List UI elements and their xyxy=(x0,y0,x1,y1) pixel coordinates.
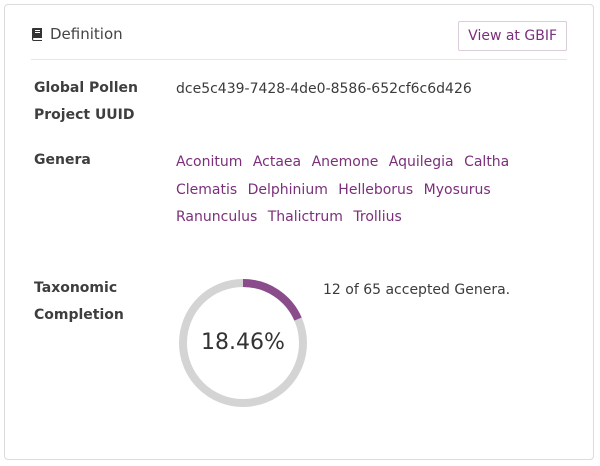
genera-label: Genera xyxy=(34,152,91,168)
card-title: Definition xyxy=(31,25,123,43)
genus-link-ranunculus[interactable]: Ranunculus xyxy=(176,209,257,225)
genus-link-trollius[interactable]: Trollius xyxy=(353,209,401,225)
card-title-text: Definition xyxy=(50,25,123,43)
completion-label-line2: Completion xyxy=(34,307,124,323)
view-at-gbif-button[interactable]: View at GBIF xyxy=(458,21,567,51)
genus-link-helleborus[interactable]: Helleborus xyxy=(338,182,413,198)
uuid-value: dce5c439-7428-4de0-8586-652cf6c6d426 xyxy=(176,81,472,97)
uuid-label-line2: Project UUID xyxy=(34,107,135,123)
definition-card: Definition View at GBIF Global Pollen Pr… xyxy=(4,4,594,460)
uuid-label: Global Pollen Project UUID xyxy=(34,75,154,129)
completion-label: Taxonomic Completion xyxy=(34,275,154,329)
genus-link-clematis[interactable]: Clematis xyxy=(176,182,237,198)
card-header: Definition View at GBIF xyxy=(31,17,567,60)
genus-link-aquilegia[interactable]: Aquilegia xyxy=(389,154,454,170)
completion-donut: 18.46% xyxy=(178,278,308,408)
genus-link-caltha[interactable]: Caltha xyxy=(464,154,509,170)
genus-link-actaea[interactable]: Actaea xyxy=(253,154,301,170)
genus-link-myosurus[interactable]: Myosurus xyxy=(424,182,491,198)
genera-list: Aconitum Actaea Anemone Aquilegia Caltha… xyxy=(176,149,576,232)
completion-percent: 18.46% xyxy=(201,330,285,355)
completion-label-line1: Taxonomic xyxy=(34,280,118,296)
completion-summary: 12 of 65 accepted Genera. xyxy=(323,282,511,298)
uuid-label-line1: Global Pollen xyxy=(34,80,138,96)
genus-link-aconitum[interactable]: Aconitum xyxy=(176,154,242,170)
genus-link-thalictrum[interactable]: Thalictrum xyxy=(268,209,343,225)
book-icon xyxy=(31,27,44,41)
genus-link-delphinium[interactable]: Delphinium xyxy=(248,182,328,198)
genus-link-anemone[interactable]: Anemone xyxy=(312,154,379,170)
